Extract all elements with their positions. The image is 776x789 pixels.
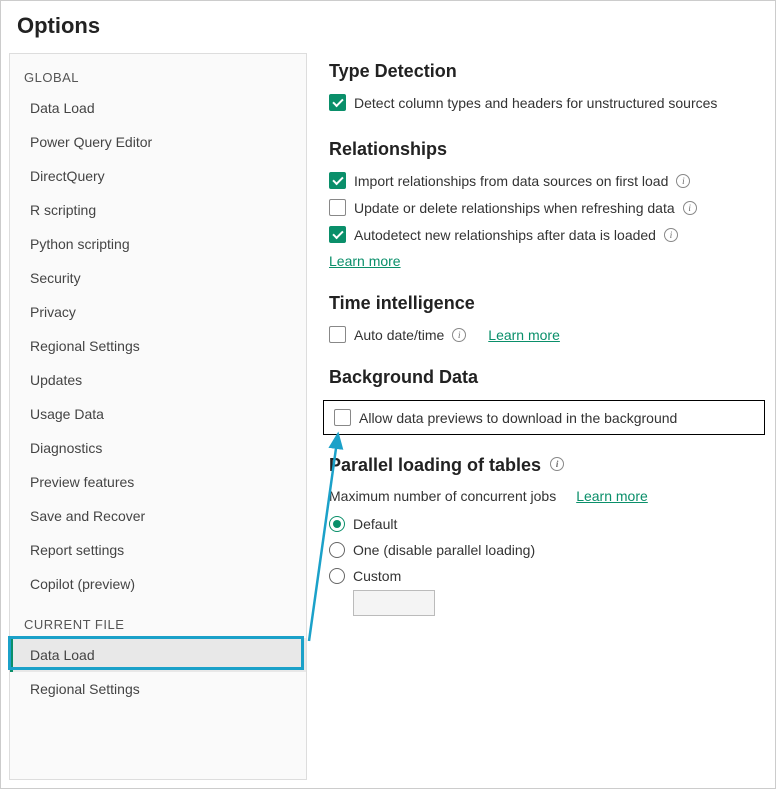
section-parallel-loading-text: Parallel loading of tables [329, 455, 541, 475]
option-import-relationships: Import relationships from data sources o… [329, 172, 765, 189]
section-parallel-loading: Parallel loading of tables [329, 455, 765, 476]
info-icon[interactable] [550, 457, 564, 471]
radio-row-one: One (disable parallel loading) [329, 542, 765, 558]
page-title: Options [1, 13, 775, 53]
sidebar-item-usage-data[interactable]: Usage Data [10, 397, 306, 431]
option-autodetect-relationships: Autodetect new relationships after data … [329, 226, 765, 243]
label-auto-date-time: Auto date/time [354, 327, 444, 343]
radio-one[interactable] [329, 542, 345, 558]
sidebar-item-data-load-global[interactable]: Data Load [10, 91, 306, 125]
radio-label-default: Default [353, 516, 397, 532]
label-detect-column-types: Detect column types and headers for unst… [354, 95, 717, 111]
link-relationships-learn-more[interactable]: Learn more [329, 253, 401, 269]
checkbox-autodetect-relationships[interactable] [329, 226, 346, 243]
sidebar-group-current-file: CURRENT FILE [10, 611, 306, 638]
label-allow-background-preview: Allow data previews to download in the b… [359, 410, 677, 426]
checkbox-update-delete-relationships[interactable] [329, 199, 346, 216]
info-icon[interactable] [676, 174, 690, 188]
checkbox-import-relationships[interactable] [329, 172, 346, 189]
checkbox-auto-date-time[interactable] [329, 326, 346, 343]
sidebar-group-global: GLOBAL [10, 64, 306, 91]
content-pane: Type Detection Detect column types and h… [307, 53, 775, 780]
sidebar-item-python-scripting[interactable]: Python scripting [10, 227, 306, 261]
info-icon[interactable] [664, 228, 678, 242]
sidebar-item-diagnostics[interactable]: Diagnostics [10, 431, 306, 465]
radio-custom[interactable] [329, 568, 345, 584]
sidebar-item-regional-settings-current[interactable]: Regional Settings [10, 672, 306, 706]
section-background-data: Background Data [329, 367, 765, 388]
sidebar-item-copilot-preview[interactable]: Copilot (preview) [10, 567, 306, 601]
option-allow-background-preview: Allow data previews to download in the b… [334, 409, 754, 426]
sidebar-item-privacy[interactable]: Privacy [10, 295, 306, 329]
section-type-detection: Type Detection [329, 61, 765, 82]
options-dialog: Options GLOBAL Data Load Power Query Edi… [0, 0, 776, 789]
radio-default[interactable] [329, 516, 345, 532]
sidebar-item-save-and-recover[interactable]: Save and Recover [10, 499, 306, 533]
option-update-delete-relationships: Update or delete relationships when refr… [329, 199, 765, 216]
radio-row-custom: Custom [329, 568, 765, 584]
dialog-body: GLOBAL Data Load Power Query Editor Dire… [1, 53, 775, 780]
label-import-relationships: Import relationships from data sources o… [354, 173, 668, 189]
input-custom-concurrent-jobs[interactable] [353, 590, 435, 616]
info-icon[interactable] [683, 201, 697, 215]
option-allow-background-preview-box: Allow data previews to download in the b… [323, 400, 765, 435]
sidebar-item-r-scripting[interactable]: R scripting [10, 193, 306, 227]
section-relationships: Relationships [329, 139, 765, 160]
sidebar-item-directquery[interactable]: DirectQuery [10, 159, 306, 193]
sidebar: GLOBAL Data Load Power Query Editor Dire… [9, 53, 307, 780]
sidebar-item-security[interactable]: Security [10, 261, 306, 295]
section-time-intelligence: Time intelligence [329, 293, 765, 314]
label-autodetect-relationships: Autodetect new relationships after data … [354, 227, 656, 243]
checkbox-detect-column-types[interactable] [329, 94, 346, 111]
checkbox-allow-background-preview[interactable] [334, 409, 351, 426]
option-auto-date-time: Auto date/time Learn more [329, 326, 765, 343]
radio-row-default: Default [329, 516, 765, 532]
sidebar-item-data-load-current[interactable]: Data Load [10, 638, 306, 672]
radio-label-one: One (disable parallel loading) [353, 542, 535, 558]
option-detect-column-types: Detect column types and headers for unst… [329, 94, 765, 111]
link-parallel-learn-more[interactable]: Learn more [576, 488, 648, 504]
sidebar-item-updates[interactable]: Updates [10, 363, 306, 397]
label-max-concurrent-jobs: Maximum number of concurrent jobs [329, 488, 556, 504]
sidebar-item-report-settings[interactable]: Report settings [10, 533, 306, 567]
sidebar-item-power-query-editor[interactable]: Power Query Editor [10, 125, 306, 159]
sidebar-item-regional-settings-global[interactable]: Regional Settings [10, 329, 306, 363]
label-update-delete-relationships: Update or delete relationships when refr… [354, 200, 675, 216]
radio-label-custom: Custom [353, 568, 401, 584]
link-time-intelligence-learn-more[interactable]: Learn more [488, 327, 560, 343]
sidebar-item-preview-features[interactable]: Preview features [10, 465, 306, 499]
info-icon[interactable] [452, 328, 466, 342]
